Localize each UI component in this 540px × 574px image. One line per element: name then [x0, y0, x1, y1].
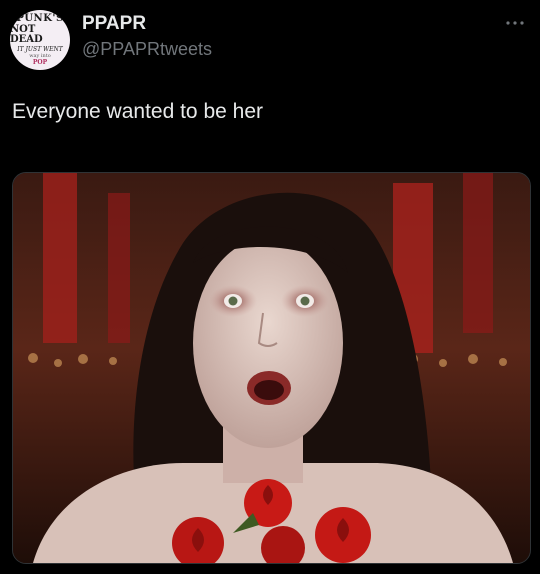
author-display-name[interactable]: PPAPR: [82, 13, 146, 35]
tweet-text: Everyone wanted to be her: [12, 100, 263, 123]
avatar[interactable]: PUNK'S NOT DEAD IT JUST WENT way into PO…: [10, 10, 70, 70]
more-options-button[interactable]: [502, 10, 528, 36]
avatar-text-line-1: PUNK'S: [16, 13, 64, 24]
avatar-text-line-5: POP: [32, 59, 48, 66]
more-horizontal-icon: [506, 21, 524, 25]
tweet-media-image[interactable]: [12, 172, 531, 564]
media-illustration: [13, 173, 530, 563]
tweet: PUNK'S NOT DEAD IT JUST WENT way into PO…: [0, 0, 540, 574]
author-handle[interactable]: @PPAPRtweets: [82, 39, 212, 60]
avatar-text-line-2: NOT DEAD: [10, 24, 43, 45]
